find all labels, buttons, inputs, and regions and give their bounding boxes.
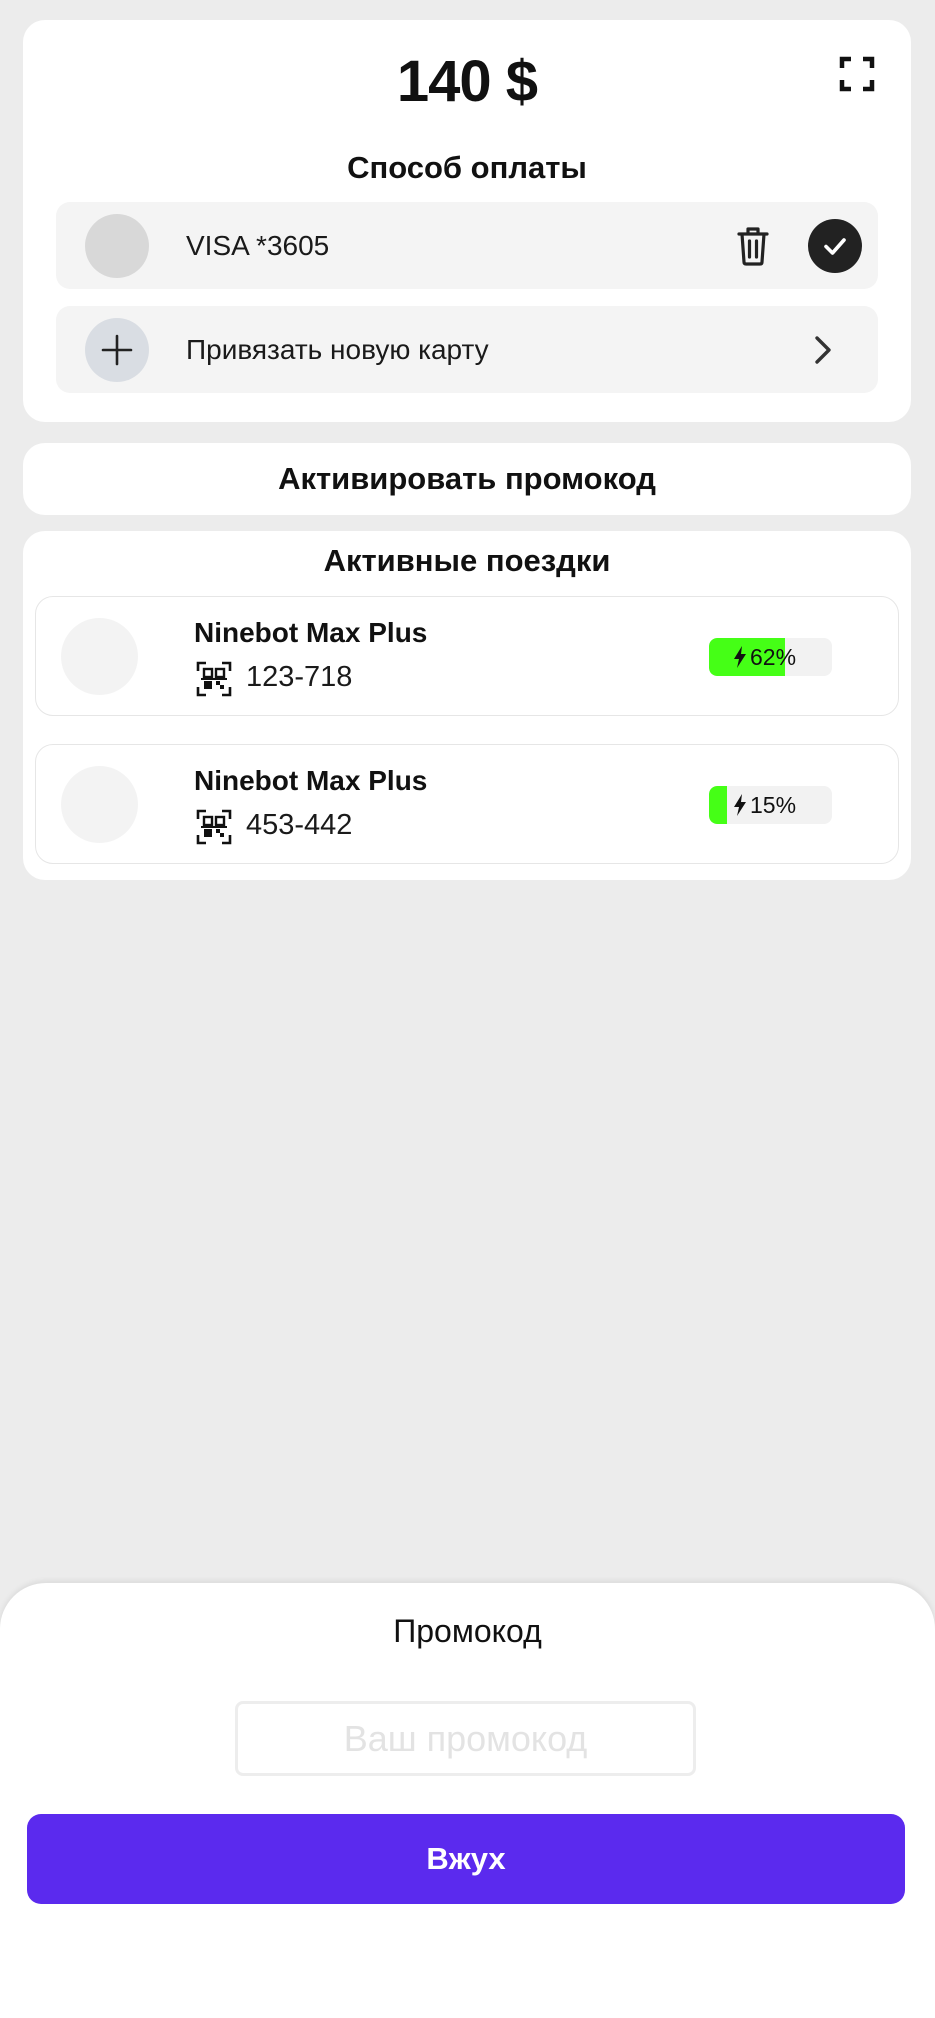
card-avatar xyxy=(85,213,149,278)
balance-amount: 140 $ xyxy=(396,49,538,114)
activate-promo-label: Активировать промокод xyxy=(278,461,656,496)
active-rides-card: Активные поездки Ninebot Max Plus 123-71… xyxy=(23,531,911,880)
saved-card-row[interactable]: VISA *3605 xyxy=(56,202,878,289)
add-card-circle xyxy=(85,317,149,382)
plus-icon xyxy=(101,334,133,365)
qr-scan-icon xyxy=(196,661,232,697)
bolt-icon xyxy=(734,646,746,668)
promo-bottom-sheet: Промокод Вжух xyxy=(0,1583,935,2018)
ride-number: 123-718 xyxy=(246,661,353,693)
submit-promo-button[interactable]: Вжух xyxy=(27,1814,905,1904)
payment-card: 140 $ Способ оплаты VISA *3605 Привязать… xyxy=(23,20,911,422)
add-card-label: Привязать новую карту xyxy=(186,333,489,365)
sheet-title: Промокод xyxy=(393,1613,542,1649)
ride-number: 453-442 xyxy=(246,809,353,841)
chevron-right-icon xyxy=(815,335,831,364)
add-card-row[interactable]: Привязать новую карту xyxy=(56,306,878,393)
ride-name: Ninebot Max Plus xyxy=(194,765,428,796)
trash-icon[interactable] xyxy=(730,223,776,269)
qr-scan-icon xyxy=(196,809,232,845)
battery-percent: 15% xyxy=(750,792,797,818)
promo-code-input[interactable] xyxy=(235,1701,696,1776)
expand-icon[interactable] xyxy=(839,56,875,92)
ride-avatar xyxy=(61,766,138,843)
battery-fill xyxy=(709,786,728,824)
activate-promo-button[interactable]: Активировать промокод xyxy=(23,443,911,515)
battery-percent: 62% xyxy=(750,644,797,670)
selected-check-button[interactable] xyxy=(808,218,862,273)
active-rides-title: Активные поездки xyxy=(323,543,611,578)
battery-indicator: 62% xyxy=(709,638,832,676)
ride-item[interactable]: Ninebot Max Plus 453-442 15% xyxy=(35,744,899,864)
bolt-icon xyxy=(734,794,746,816)
ride-name: Ninebot Max Plus xyxy=(194,617,428,648)
check-icon xyxy=(824,237,846,255)
ride-item[interactable]: Ninebot Max Plus 123-718 62% xyxy=(35,596,899,716)
card-label: VISA *3605 xyxy=(186,229,330,261)
ride-avatar xyxy=(61,618,138,695)
payment-method-title: Способ оплаты xyxy=(347,150,587,185)
battery-indicator: 15% xyxy=(709,786,832,824)
